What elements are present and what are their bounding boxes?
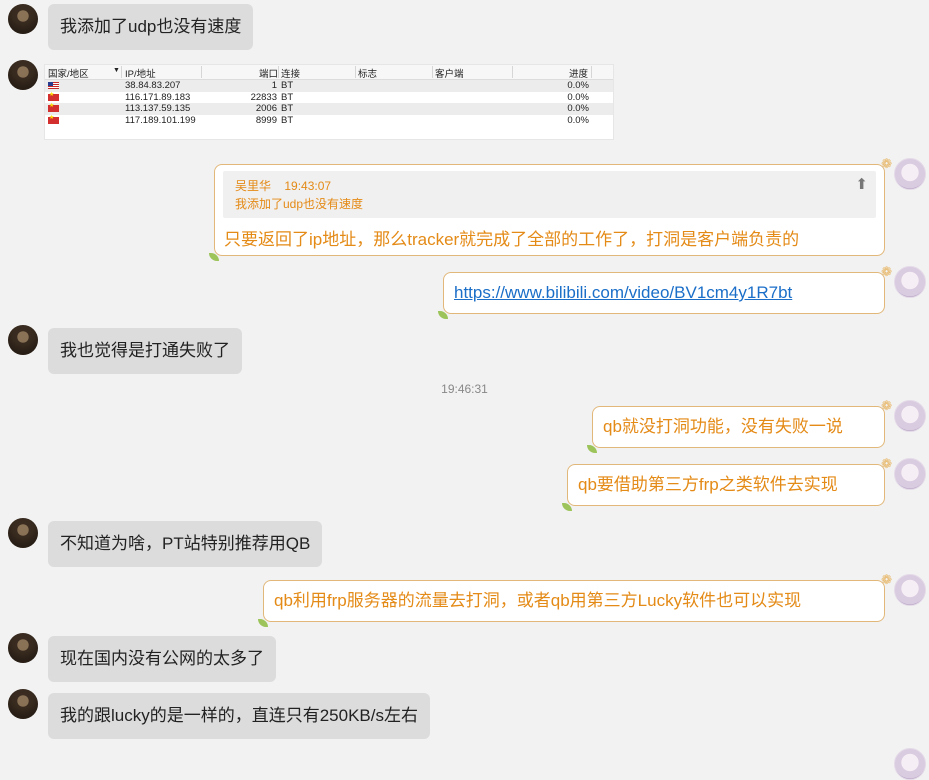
my-avatar[interactable] xyxy=(894,266,926,298)
peer-port: 8999 xyxy=(255,114,277,126)
message-bubble-received[interactable]: 我也觉得是打通失败了 xyxy=(48,328,242,374)
table-row: 117.189.101.199 8999 BT 0.0% xyxy=(45,114,613,127)
message-text: 只要返回了ip地址，那么tracker就完成了全部的工作了，打洞是客户端负责的 xyxy=(224,230,800,249)
chat-timestamp: 19:46:31 xyxy=(441,382,488,396)
peer-connection: BT xyxy=(281,114,294,126)
cn-flag-icon xyxy=(48,91,59,101)
flower-decoration-icon: ❁ xyxy=(881,156,892,171)
table-row: 113.137.59.135 2006 BT 0.0% xyxy=(45,102,613,115)
quote-sender: 吴里华 xyxy=(235,179,272,193)
column-flags: 标志 xyxy=(358,69,378,80)
message-bubble-sent[interactable]: https://www.bilibili.com/video/BV1cm4y1R… xyxy=(438,265,892,319)
leaf-decoration-icon xyxy=(209,253,219,261)
peer-connection: BT xyxy=(281,91,294,103)
peer-port: 2006 xyxy=(255,103,277,114)
quoted-message[interactable]: 吴里华 19:43:07 我添加了udp也没有速度 ⬆ xyxy=(223,171,876,218)
peer-progress: 0.0% xyxy=(567,114,589,126)
peer-progress: 0.0% xyxy=(567,80,589,91)
message-text: qb就没打洞功能，没有失败一说 xyxy=(603,417,843,436)
column-port: 端口 xyxy=(259,69,279,80)
leaf-decoration-icon xyxy=(562,503,572,511)
contact-avatar[interactable] xyxy=(8,633,38,663)
leaf-decoration-icon xyxy=(438,311,448,319)
quote-header: 吴里华 19:43:07 xyxy=(235,177,331,194)
peer-port: 22833 xyxy=(250,91,277,103)
column-ip: IP/地址 xyxy=(125,69,156,80)
column-country: 国家/地区 xyxy=(48,69,89,80)
peer-ip: 113.137.59.135 xyxy=(125,103,191,114)
message-bubble-received[interactable]: 现在国内没有公网的太多了 xyxy=(48,636,276,682)
my-avatar[interactable] xyxy=(894,400,926,432)
contact-avatar[interactable] xyxy=(8,518,38,548)
peer-list-image[interactable]: 国家/地区 ▼ IP/地址 端口 连接 标志 客户端 进度 38.84.83.2… xyxy=(44,64,614,140)
column-progress: 进度 xyxy=(569,69,589,80)
flower-decoration-icon: ❁ xyxy=(881,264,892,279)
column-separator xyxy=(121,66,122,78)
message-text: qb利用frp服务器的流量去打洞，或者qb用第三方Lucky软件也可以实现 xyxy=(274,591,802,610)
cn-flag-icon xyxy=(48,102,59,112)
message-bubble-received[interactable]: 我的跟lucky的是一样的，直连只有250KB/s左右 xyxy=(48,693,430,739)
contact-avatar[interactable] xyxy=(8,4,38,34)
message-bubble-received[interactable]: 不知道为啥，PT站特别推荐用QB xyxy=(48,521,323,567)
my-avatar[interactable] xyxy=(894,574,926,606)
peer-table-header: 国家/地区 ▼ IP/地址 端口 连接 标志 客户端 进度 xyxy=(45,65,613,80)
peer-progress: 0.0% xyxy=(567,91,589,103)
flower-decoration-icon: ❁ xyxy=(881,572,892,587)
message-bubble-sent[interactable]: qb利用frp服务器的流量去打洞，或者qb用第三方Lucky软件也可以实现 ❁ xyxy=(258,573,892,627)
my-avatar[interactable] xyxy=(894,458,926,490)
message-text: 现在国内没有公网的太多了 xyxy=(60,649,264,668)
message-bubble-sent[interactable]: qb要借助第三方frp之类软件去实现 ❁ xyxy=(562,457,892,511)
column-separator xyxy=(512,66,513,78)
column-connection: 连接 xyxy=(281,69,301,80)
cn-flag-icon xyxy=(48,114,59,124)
message-text: 我的跟lucky的是一样的，直连只有250KB/s左右 xyxy=(60,706,418,725)
my-avatar[interactable] xyxy=(894,748,926,780)
peer-ip: 38.84.83.207 xyxy=(125,80,181,91)
column-client: 客户端 xyxy=(435,69,464,80)
column-separator xyxy=(432,66,433,78)
message-bubble-sent[interactable]: qb就没打洞功能，没有失败一说 ❁ xyxy=(587,399,892,453)
leaf-decoration-icon xyxy=(258,619,268,627)
contact-avatar[interactable] xyxy=(8,325,38,355)
leaf-decoration-icon xyxy=(587,445,597,453)
column-separator xyxy=(355,66,356,78)
contact-avatar[interactable] xyxy=(8,60,38,90)
peer-port: 1 xyxy=(271,80,277,91)
message-bubble-sent[interactable]: 吴里华 19:43:07 我添加了udp也没有速度 ⬆ 只要返回了ip地址，那么… xyxy=(209,157,892,261)
peer-table-body: 38.84.83.207 1 BT 0.0% 116.171.89.183 22… xyxy=(45,80,613,126)
flower-decoration-icon: ❁ xyxy=(881,456,892,471)
contact-avatar[interactable] xyxy=(8,689,38,719)
quote-text: 我添加了udp也没有速度 xyxy=(235,197,364,211)
table-row: 38.84.83.207 1 BT 0.0% xyxy=(45,80,613,92)
message-bubble-received[interactable]: 我添加了udp也没有速度 xyxy=(48,4,254,50)
peer-progress: 0.0% xyxy=(567,103,589,114)
column-separator xyxy=(201,66,202,78)
sort-desc-icon: ▼ xyxy=(113,67,120,74)
us-flag-icon xyxy=(48,82,59,89)
message-text: 我添加了udp也没有速度 xyxy=(60,17,242,36)
video-link[interactable]: https://www.bilibili.com/video/BV1cm4y1R… xyxy=(454,283,792,302)
table-row: 116.171.89.183 22833 BT 0.0% xyxy=(45,91,613,104)
peer-ip: 116.171.89.183 xyxy=(125,91,191,103)
message-text: 不知道为啥，PT站特别推荐用QB xyxy=(60,534,311,553)
column-separator xyxy=(278,66,279,78)
message-text: 我也觉得是打通失败了 xyxy=(60,341,230,360)
message-text: qb要借助第三方frp之类软件去实现 xyxy=(578,475,838,494)
locate-quote-icon[interactable]: ⬆ xyxy=(855,175,868,193)
peer-connection: BT xyxy=(281,80,294,91)
peer-connection: BT xyxy=(281,103,294,114)
my-avatar[interactable] xyxy=(894,158,926,190)
peer-ip: 117.189.101.199 xyxy=(125,114,196,126)
quote-time: 19:43:07 xyxy=(284,179,332,193)
column-separator xyxy=(591,66,592,78)
flower-decoration-icon: ❁ xyxy=(881,398,892,413)
